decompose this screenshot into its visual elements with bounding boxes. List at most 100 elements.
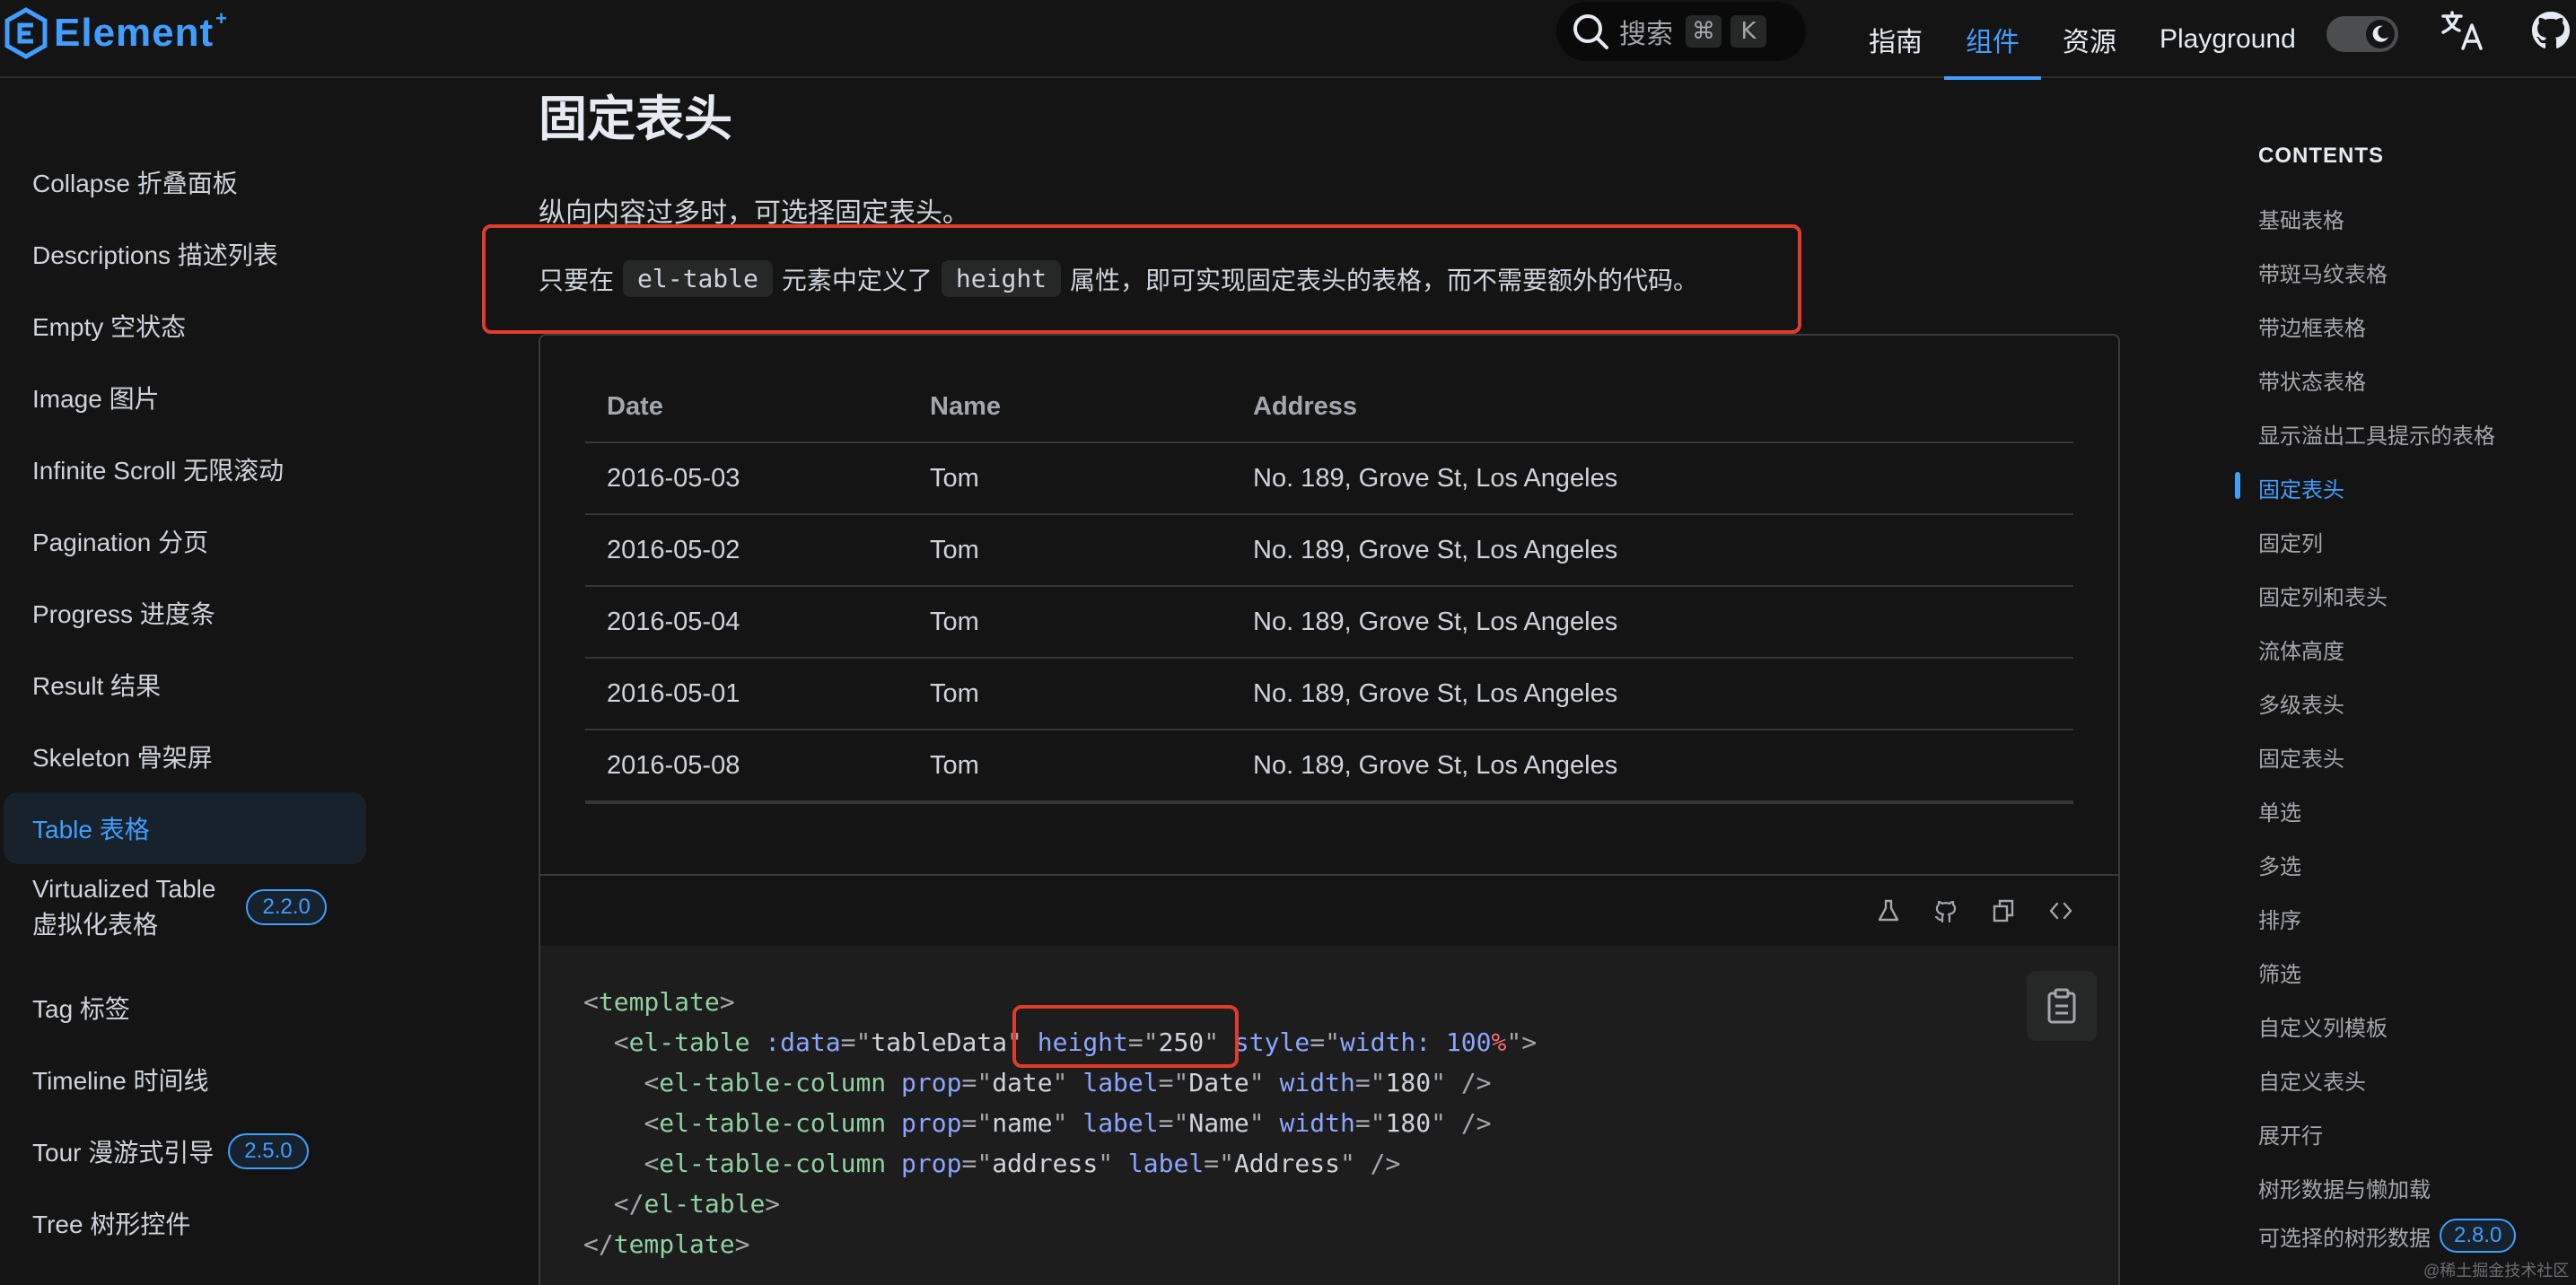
github-icon[interactable] [1917,891,1975,931]
version-badge: 2.8.0 [2440,1219,2517,1253]
element-logo[interactable]: Element + [4,7,227,59]
sidebar-item-image[interactable]: Image 图片 [4,362,366,433]
toc-item[interactable]: 树形数据与懒加载 [2258,1172,2431,1203]
toc-item[interactable]: 带边框表格 [2258,310,2366,342]
sidebar-item-tree[interactable]: Tree 树形控件 [4,1187,366,1259]
cell-date: 2016-05-08 [607,750,740,780]
toc-item[interactable]: 流体高度 [2258,634,2344,665]
kbd-command: ⌘ [1686,15,1722,48]
nav-playground[interactable]: Playground [2138,0,2318,78]
sidebar-item-tag[interactable]: Tag 标签 [4,972,366,1044]
toc-item[interactable]: 带斑马纹表格 [2258,257,2388,288]
top-nav: 指南 组件 资源 Playground [1847,0,2318,80]
sidebar-item-skeleton[interactable]: Skeleton 骨架屏 [4,721,366,792]
code-token: date [992,1068,1053,1097]
section-title: 固定表头 [539,92,732,146]
code-token: prop [901,1068,962,1097]
code-icon[interactable] [2032,891,2090,931]
cell-date: 2016-05-04 [607,607,740,636]
top-header: Element + 搜索 ⌘ K 指南 组件 资源 Playground [0,0,2576,80]
code-block[interactable]: <template> <el-table :data="tableData" h… [540,946,2118,1285]
logo-text: Element [54,11,215,55]
copy-pages-icon [1993,899,2014,922]
search-button[interactable]: 搜索 ⌘ K [1556,2,1806,61]
toc-item[interactable]: 基础表格 [2258,203,2344,234]
toc-item[interactable]: 可选择的树形数据 2.8.0 [2258,1219,2517,1253]
sidebar-item-descriptions[interactable]: Descriptions 描述列表 [4,218,366,290]
table-scroll-edge [585,802,2073,804]
table-row: 2016-05-02 Tom No. 189, Grove St, Los An… [585,515,2073,587]
dark-mode-toggle[interactable] [2326,16,2398,52]
toc-item[interactable]: 筛选 [2258,957,2301,988]
toc-item-label: 可选择的树形数据 [2258,1226,2431,1251]
sidebar-item-progress[interactable]: Progress 进度条 [4,577,366,649]
nav-resource[interactable]: 资源 [2041,0,2138,78]
translate-icon[interactable] [2440,7,2486,54]
cell-address: No. 189, Grove St, Los Angeles [1253,607,1618,636]
code-token: el-table [644,1189,766,1219]
toc-item[interactable]: 固定列 [2258,526,2323,557]
copy-icon[interactable] [1975,891,2032,931]
sidebar-item-collapse[interactable]: Collapse 折叠面板 [4,146,366,218]
github-icon[interactable] [2529,9,2572,52]
sidebar-item-result[interactable]: Result 结果 [4,649,366,721]
code-token: 100 [1445,1027,1492,1057]
flask-icon [1878,899,1899,922]
search-icon [1573,14,1608,49]
code-token: el-table-column [659,1068,887,1097]
code-token: 180 [1385,1068,1432,1097]
cell-name: Tom [930,463,979,493]
toc-item[interactable]: 单选 [2258,795,2301,826]
code-token: Name [1188,1108,1249,1138]
toc-item-active[interactable]: 固定表头 [2258,472,2344,503]
playground-icon[interactable] [1860,891,1917,931]
sidebar-item-infinite-scroll[interactable]: Infinite Scroll 无限滚动 [4,433,366,505]
code-token: width [1279,1068,1355,1097]
toc-item[interactable]: 排序 [2258,903,2301,934]
sidebar-item-table[interactable]: Table 表格 [4,792,366,864]
sidebar-item-pagination[interactable]: Pagination 分页 [4,505,366,577]
code-token: prop [901,1108,962,1138]
sidebar-item-virtualized-table[interactable]: Virtualized Table 虚拟化表格 2.2.0 [4,866,366,948]
cell-address: No. 189, Grove St, Los Angeles [1253,750,1618,780]
toc-item[interactable]: 多选 [2258,849,2301,880]
code-token: el-table-column [659,1108,887,1138]
sidebar-item-empty[interactable]: Empty 空状态 [4,290,366,362]
label-line2: 虚拟化表格 [32,911,159,939]
code-token: template [598,987,720,1017]
toc-item[interactable]: 固定列和表头 [2258,580,2388,611]
toc-item[interactable]: 带状态表格 [2258,364,2366,396]
nav-guide[interactable]: 指南 [1847,0,1944,78]
sidebar: Collapse 折叠面板 Descriptions 描述列表 Empty 空状… [0,80,377,1285]
code-token: style [1233,1027,1310,1057]
code-token: template [613,1229,735,1259]
code-token: address [992,1149,1099,1178]
cell-name: Tom [930,607,979,636]
code-token: % [1491,1027,1507,1057]
code-token: label [1127,1149,1205,1178]
code-token: name [992,1108,1053,1138]
nav-component[interactable]: 组件 [1944,0,2041,80]
toc-item[interactable]: 自定义表头 [2258,1064,2366,1096]
code-token: width [1279,1108,1355,1138]
toc-item[interactable]: 自定义列模板 [2258,1010,2388,1042]
label-line1: Virtualized Table [32,875,216,903]
cell-name: Tom [930,750,979,780]
toc-item[interactable]: 固定表头 [2258,741,2344,773]
code-token: prop [901,1149,962,1178]
annotation-box-note [482,224,1801,334]
copy-code-button[interactable] [2027,971,2097,1041]
toc-item[interactable]: 显示溢出工具提示的表格 [2258,418,2495,450]
toc-active-marker [2235,472,2240,499]
header-name: Name [930,391,1001,421]
toggle-knob [2366,20,2395,48]
code-token: Date [1188,1068,1249,1097]
cell-address: No. 189, Grove St, Los Angeles [1253,678,1618,708]
toc-item[interactable]: 多级表头 [2258,687,2344,719]
cell-address: No. 189, Grove St, Los Angeles [1253,463,1618,493]
toc-item[interactable]: 展开行 [2258,1118,2323,1150]
sidebar-item-timeline[interactable]: Timeline 时间线 [4,1044,366,1115]
demo-block: Date Name Address 2016-05-03 Tom No. 189… [539,334,2120,1285]
sidebar-item-tour[interactable]: Tour 漫游式引导 2.5.0 [4,1115,366,1187]
search-label: 搜索 [1619,20,1673,49]
